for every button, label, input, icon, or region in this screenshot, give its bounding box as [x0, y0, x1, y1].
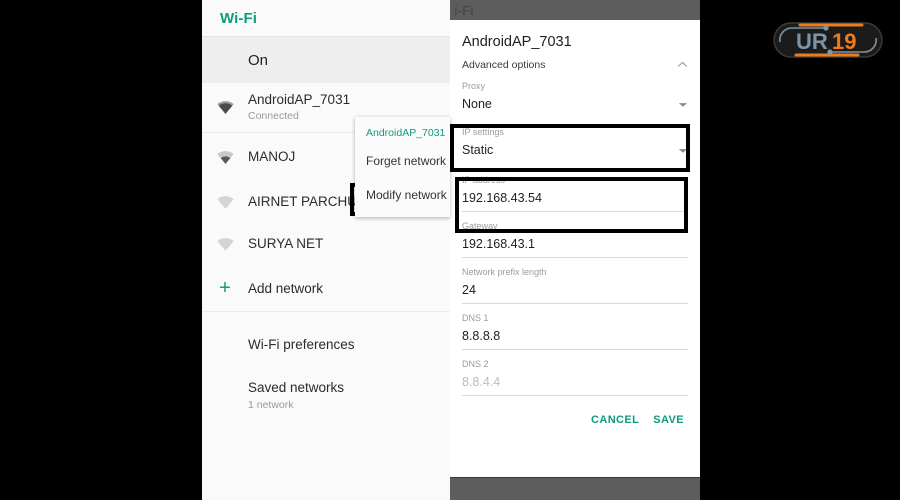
field-underline — [462, 395, 688, 396]
context-menu-header: AndroidAP_7031 — [355, 121, 450, 145]
chevron-down-icon[interactable] — [678, 95, 688, 113]
field-network-prefix-length[interactable]: Network prefix length 24 — [450, 258, 700, 304]
list-item-text: SURYA NET — [248, 236, 323, 252]
network-context-menu: AndroidAP_7031 Forget network Modify net… — [355, 117, 450, 217]
wifi-settings-panel: Wi-Fi On AndroidAP_7031 Connected — [202, 0, 450, 500]
advanced-options-row[interactable]: Advanced options — [450, 52, 700, 75]
plus-icon: + — [202, 278, 248, 298]
saved-networks-count: 1 network — [248, 398, 294, 412]
list-item[interactable]: SURYA NET — [202, 223, 450, 265]
field-label: DNS 2 — [462, 358, 688, 371]
menu-item-modify-network[interactable]: Modify network — [355, 177, 450, 215]
network-name: SURYA NET — [248, 236, 323, 252]
field-value[interactable]: 8.8.8.8 — [462, 325, 688, 346]
status-bar: i-Fi — [450, 0, 700, 20]
field-label: Proxy — [462, 80, 688, 93]
wifi-toggle-row[interactable]: On — [202, 36, 450, 83]
save-button[interactable]: SAVE — [653, 414, 684, 426]
wifi-signal-weak-icon — [202, 238, 248, 251]
field-value: Static — [462, 139, 493, 160]
wifi-signal-weak-icon — [202, 196, 248, 209]
field-label: DNS 1 — [462, 312, 688, 325]
field-gateway[interactable]: Gateway 192.168.43.1 — [450, 212, 700, 258]
wifi-signal-medium-icon — [202, 151, 248, 164]
field-value[interactable]: 192.168.43.1 — [462, 233, 688, 254]
menu-item-forget-network[interactable]: Forget network — [355, 145, 450, 177]
screenshot-root: Wi-Fi On AndroidAP_7031 Connected — [0, 0, 900, 500]
field-label: Gateway — [462, 220, 688, 233]
saved-networks-row[interactable]: Saved networks 1 network — [202, 366, 450, 416]
field-value: None — [462, 93, 492, 114]
field-label: IP address — [462, 174, 688, 187]
dialog-title: AndroidAP_7031 — [450, 20, 700, 52]
wifi-toggle-state: On — [248, 52, 268, 69]
field-proxy[interactable]: Proxy None — [450, 75, 700, 114]
advanced-options-label: Advanced options — [462, 59, 545, 71]
watermark-logo: UR 19 — [766, 16, 890, 64]
saved-networks-label: Saved networks — [248, 379, 344, 396]
field-ip-settings[interactable]: IP settings Static — [450, 114, 700, 160]
wifi-panel-header: Wi-Fi — [202, 0, 450, 36]
network-status: Connected — [248, 109, 350, 123]
field-dns-2[interactable]: DNS 2 8.8.4.4 — [450, 350, 700, 396]
field-value[interactable]: 192.168.43.54 — [462, 187, 688, 208]
network-name: MANOJ — [248, 149, 295, 165]
navigation-bar — [450, 477, 700, 500]
modify-network-dialog: i-Fi AndroidAP_7031 Advanced options Pro… — [450, 0, 700, 500]
field-placeholder[interactable]: 8.8.4.4 — [462, 371, 688, 392]
network-name: AndroidAP_7031 — [248, 92, 350, 108]
list-item-text: AndroidAP_7031 Connected — [248, 92, 350, 123]
add-network-label: Add network — [248, 281, 323, 296]
field-ip-address[interactable]: IP address 192.168.43.54 — [450, 160, 700, 212]
list-spacer — [202, 312, 450, 322]
cancel-button[interactable]: CANCEL — [591, 414, 639, 426]
ghost-title-text: i-Fi — [454, 3, 474, 18]
field-label: Network prefix length — [462, 266, 688, 279]
dialog-actions: CANCEL SAVE — [450, 396, 700, 426]
wifi-preferences-label: Wi-Fi preferences — [248, 336, 355, 353]
field-label: IP settings — [462, 126, 688, 139]
dialog-body: AndroidAP_7031 Advanced options Proxy No… — [450, 20, 700, 478]
chevron-up-icon — [677, 60, 688, 70]
field-dns-1[interactable]: DNS 1 8.8.8.8 — [450, 304, 700, 350]
page-title: Wi-Fi — [220, 10, 257, 27]
list-item-text: MANOJ — [248, 149, 295, 165]
wifi-preferences-row[interactable]: Wi-Fi preferences — [202, 322, 450, 366]
add-network-row[interactable]: + Add network — [202, 265, 450, 312]
field-value[interactable]: 24 — [462, 279, 688, 300]
logo-text-accent: 19 — [832, 29, 856, 54]
logo-text-primary: UR — [796, 29, 828, 54]
chevron-down-icon[interactable] — [678, 141, 688, 159]
wifi-signal-full-icon — [202, 101, 248, 114]
